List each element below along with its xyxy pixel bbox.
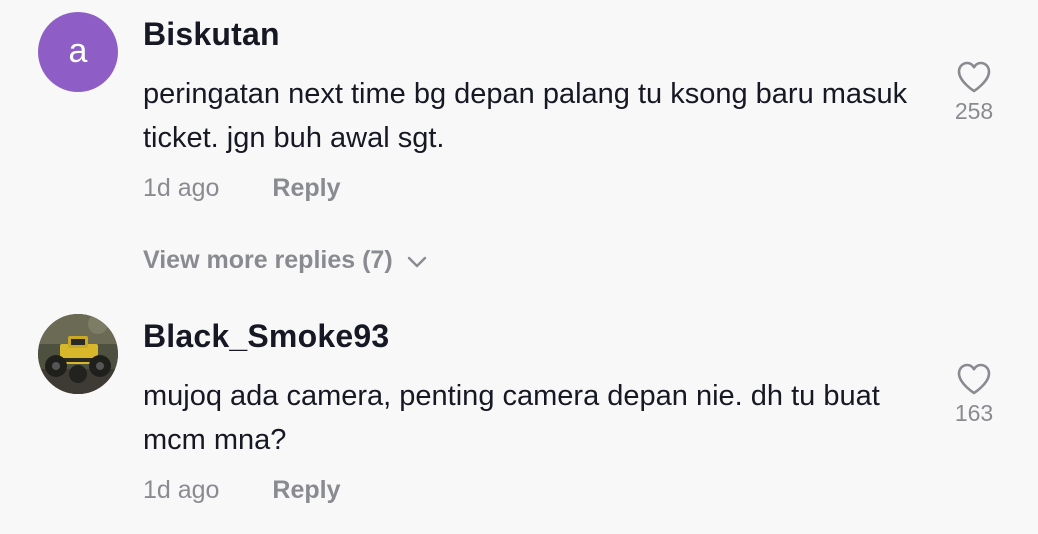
like-button[interactable]: 258 xyxy=(944,60,1004,125)
comment-text: peringatan next time bg depan palang tu … xyxy=(143,78,908,154)
avatar[interactable] xyxy=(38,314,118,394)
comment-username[interactable]: Biskutan xyxy=(143,16,280,53)
rc-truck-photo xyxy=(38,314,118,394)
reply-button[interactable]: Reply xyxy=(272,476,340,504)
comment-time: 1d ago xyxy=(143,476,220,504)
view-more-replies-button[interactable]: View more replies (7) xyxy=(143,246,427,275)
reply-button[interactable]: Reply xyxy=(272,174,340,202)
like-count: 163 xyxy=(954,400,994,426)
comment-meta: 1d ago Reply xyxy=(143,174,341,203)
avatar-letter: a xyxy=(68,32,88,70)
comment-username[interactable]: Black_Smoke93 xyxy=(143,318,389,355)
heart-outline-icon xyxy=(957,363,991,395)
chevron-down-icon xyxy=(407,246,427,275)
like-count: 258 xyxy=(954,98,994,124)
avatar[interactable]: a xyxy=(38,12,118,92)
comment-meta: 1d ago Reply xyxy=(143,476,341,505)
heart-outline-icon xyxy=(957,61,991,93)
comment-text: mujoq ada camera, penting camera depan n… xyxy=(143,380,880,456)
view-more-replies-label: View more replies (7) xyxy=(143,246,393,274)
comment-time: 1d ago xyxy=(143,174,220,202)
like-button[interactable]: 163 xyxy=(944,362,1004,427)
